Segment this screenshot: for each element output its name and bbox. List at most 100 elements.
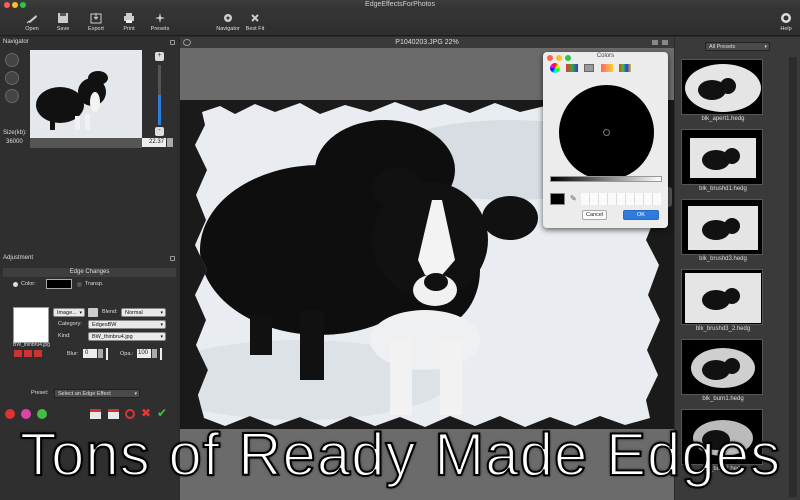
color-wheel[interactable] bbox=[559, 85, 654, 180]
transparent-radio[interactable] bbox=[77, 282, 82, 287]
category-label: Category: bbox=[58, 321, 82, 327]
category-select[interactable]: EdgesBW bbox=[88, 320, 166, 329]
colors-ok-button[interactable]: OK bbox=[623, 210, 659, 220]
preset-label-brushd1: blk_brushd1.hedg bbox=[699, 186, 747, 192]
effect-pink-gear-icon[interactable] bbox=[21, 409, 31, 419]
effect-green-gear-icon[interactable] bbox=[37, 409, 47, 419]
kind-select[interactable]: BW_thinbru4.jpg bbox=[88, 332, 166, 341]
presets-icon bbox=[155, 13, 165, 23]
preset-thumb-brushd1[interactable] bbox=[681, 129, 763, 185]
export-icon bbox=[90, 13, 102, 24]
eyedropper-icon[interactable]: ✎ bbox=[570, 194, 578, 204]
help-icon bbox=[781, 13, 791, 23]
edge-tool-red-3[interactable] bbox=[34, 350, 42, 357]
promo-caption: Tons of Ready Made Edges bbox=[19, 420, 782, 489]
current-color-swatch[interactable] bbox=[550, 193, 565, 205]
image-select[interactable]: Image... bbox=[53, 308, 85, 317]
folder-icon[interactable] bbox=[88, 308, 98, 317]
edge-filename-label: BW_thinbru4.jpg bbox=[13, 342, 50, 348]
blur-stepper[interactable] bbox=[98, 349, 103, 358]
document-sync-icon[interactable] bbox=[183, 39, 191, 46]
blend-label: Blend: bbox=[102, 309, 118, 315]
opacity-slider[interactable] bbox=[160, 348, 162, 360]
preset-label-apert1: blk_apert1.hedg bbox=[701, 116, 745, 122]
colors-title: Colors bbox=[596, 53, 615, 59]
best-fit-button[interactable]: Best Fit bbox=[237, 12, 273, 32]
color-sliders-tab-icon[interactable] bbox=[566, 64, 578, 72]
navigator-hscroll[interactable] bbox=[30, 138, 142, 148]
edge-tool-red-1[interactable] bbox=[14, 350, 22, 357]
preset-thumb-apert1[interactable] bbox=[681, 59, 763, 115]
colors-cancel-button[interactable]: Cancel bbox=[582, 210, 608, 220]
blend-select[interactable]: Normal bbox=[121, 308, 166, 317]
preset-thumb-brushd3[interactable] bbox=[681, 199, 763, 255]
zoom-fit-button[interactable] bbox=[5, 71, 19, 85]
best-fit-label: Best Fit bbox=[245, 26, 265, 32]
presets-filter-select[interactable]: All Presets bbox=[705, 42, 770, 51]
export-label: Export bbox=[88, 26, 104, 32]
save-icon bbox=[58, 13, 68, 23]
blur-label: Blur: bbox=[67, 351, 79, 357]
save-button[interactable]: Save bbox=[45, 12, 81, 32]
preset-thumb-brushd3-2[interactable] bbox=[681, 269, 763, 325]
zoom-window-button[interactable] bbox=[20, 2, 26, 8]
info-button[interactable] bbox=[5, 89, 19, 103]
save-label: Save bbox=[56, 26, 70, 32]
zoom-in-small-button[interactable]: + bbox=[155, 52, 164, 61]
presets-button[interactable]: Presets bbox=[142, 12, 178, 32]
color-swatches-row[interactable] bbox=[581, 193, 661, 205]
zoom-stepper[interactable] bbox=[167, 138, 173, 147]
save-preset-icon[interactable] bbox=[108, 409, 119, 419]
preset-label-brushd3: blk_brushd3.hedg bbox=[699, 256, 747, 262]
pencils-tab-icon[interactable] bbox=[619, 64, 631, 72]
opacity-stepper[interactable] bbox=[152, 349, 157, 358]
opacity-field[interactable]: 100 bbox=[137, 349, 151, 358]
close-window-button[interactable] bbox=[4, 2, 10, 8]
edge-changes-header: Edge Changes bbox=[3, 268, 176, 277]
opacity-label: Opa.: bbox=[120, 351, 134, 357]
navigator-preview[interactable] bbox=[30, 50, 142, 138]
preset-label-burn1: blk_burn1.hedg bbox=[702, 396, 744, 402]
open-preset-icon[interactable] bbox=[90, 409, 101, 419]
zoom-out-button[interactable] bbox=[5, 53, 19, 67]
colors-panel: Colors ✎ Cancel OK bbox=[543, 52, 668, 228]
zoom-value-field[interactable]: 22.37 bbox=[142, 138, 166, 147]
window-title: EdgeEffectsForPhotos bbox=[365, 1, 435, 8]
export-button[interactable]: Export bbox=[78, 12, 114, 32]
color-wheel-tab-icon[interactable] bbox=[550, 63, 560, 73]
document-maximize-icon[interactable] bbox=[662, 40, 668, 45]
blur-field[interactable]: 0 bbox=[83, 349, 97, 358]
color-radio[interactable] bbox=[13, 282, 18, 287]
preset-thumb-burn1[interactable] bbox=[681, 339, 763, 395]
printer-icon bbox=[124, 13, 134, 23]
open-label: Open bbox=[25, 26, 39, 32]
size-label: Size(kb): bbox=[3, 130, 27, 136]
edge-color-well[interactable] bbox=[46, 279, 72, 289]
help-label: Help bbox=[780, 26, 792, 32]
title-bar: EdgeEffectsForPhotos bbox=[0, 0, 800, 10]
navigator-icon bbox=[224, 14, 232, 22]
zoom-slider-track[interactable] bbox=[158, 65, 161, 125]
effect-red-gear-icon[interactable] bbox=[5, 409, 15, 419]
apply-check-icon[interactable]: ✔ bbox=[157, 407, 167, 419]
brightness-slider[interactable] bbox=[550, 176, 662, 182]
preset-select[interactable]: Select an Edge Effect bbox=[54, 389, 140, 398]
navigator-detach-icon[interactable] bbox=[170, 40, 175, 45]
adjustment-title: Adjustment bbox=[3, 255, 34, 261]
navigator-title: Navigator bbox=[3, 39, 29, 45]
adjustment-detach-icon[interactable] bbox=[170, 256, 175, 261]
image-palettes-tab-icon[interactable] bbox=[601, 64, 613, 72]
help-button[interactable]: Help bbox=[768, 12, 800, 32]
delete-icon[interactable]: ✖ bbox=[141, 407, 151, 419]
edge-preview-image[interactable] bbox=[13, 307, 49, 343]
minimize-window-button[interactable] bbox=[12, 2, 18, 8]
color-palettes-tab-icon[interactable] bbox=[584, 64, 594, 72]
reset-icon[interactable] bbox=[125, 409, 135, 419]
toolbar: Open Save Export Print Presets Navigator… bbox=[0, 10, 800, 36]
transp-label: Transp. bbox=[85, 281, 104, 287]
document-minimize-icon[interactable] bbox=[652, 40, 658, 45]
zoom-out-small-button[interactable]: - bbox=[155, 127, 164, 136]
blur-slider[interactable] bbox=[106, 348, 108, 360]
edge-tool-red-2[interactable] bbox=[24, 350, 32, 357]
preset-label-brushd3-2: blk_brushd3_2.hedg bbox=[695, 326, 751, 332]
